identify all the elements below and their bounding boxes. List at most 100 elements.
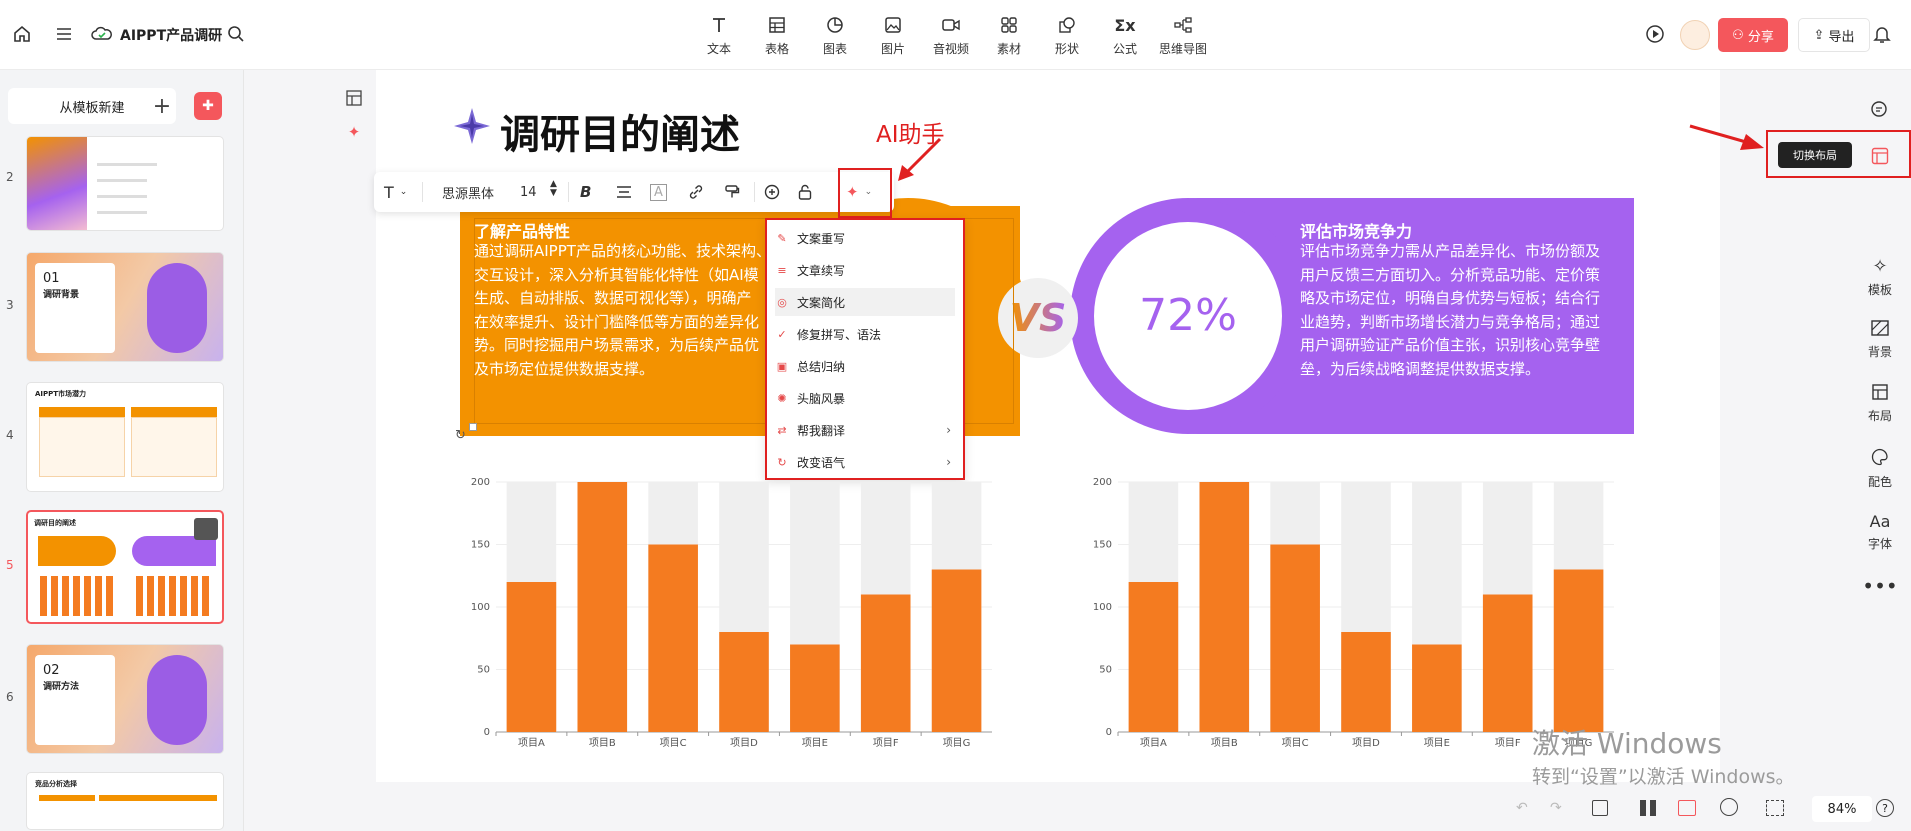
thumbnail-art: [39, 407, 125, 417]
font-size-select[interactable]: 14: [520, 180, 537, 204]
fit-screen-icon[interactable]: [1766, 800, 1784, 816]
left-card-line: 在效率提升、设计门槛降低等方面的差异化: [474, 312, 760, 331]
tool-label: 思维导图: [1158, 42, 1207, 56]
menu-item-translate[interactable]: ⇄ 帮我翻译 ›: [775, 416, 955, 444]
x-tick-label: 项目C: [660, 737, 687, 749]
bar-chart-right[interactable]: 050100150200项目A 项目B 项目C 项目D 项目E 项目F 项目G: [1082, 470, 1622, 752]
slide-thumbnail-2[interactable]: [26, 136, 224, 231]
format-painter-icon[interactable]: [724, 180, 740, 204]
add-slide-button[interactable]: +: [144, 88, 180, 124]
avatar[interactable]: [1680, 20, 1710, 50]
activation-watermark-title: 激活 Windows: [1532, 727, 1722, 760]
tool-chart[interactable]: 图表: [805, 14, 865, 58]
rotate-handle-icon[interactable]: ↻: [455, 428, 466, 443]
menu-item-brainstorm[interactable]: ✺ 头脑风暴: [775, 384, 955, 412]
menu-item-continue[interactable]: ≡ 文章续写: [775, 256, 955, 284]
panel-template[interactable]: ✧ 模板: [1860, 256, 1900, 298]
bar: [860, 594, 911, 732]
thumbnail-layout-icon[interactable]: [194, 518, 218, 540]
switch-layout-icon[interactable]: [1868, 144, 1892, 168]
panel-palette[interactable]: 配色: [1860, 448, 1900, 490]
tool-assets[interactable]: 素材: [979, 14, 1039, 58]
thumbnail-line: [97, 195, 147, 198]
menu-icon[interactable]: [52, 22, 76, 46]
y-tick-label: 150: [1093, 540, 1112, 551]
right-card-title[interactable]: 评估市场竞争力: [1300, 218, 1412, 242]
slide-thumbnail-4[interactable]: AIPPT市场潜力: [26, 382, 224, 492]
font-size-stepper[interactable]: ▲ ▼: [550, 180, 557, 204]
layout-panel-icon[interactable]: [340, 84, 368, 112]
tool-text[interactable]: 文本: [689, 14, 749, 58]
panel-label: 配色: [1867, 475, 1892, 489]
zoom-select[interactable]: 84%: [1812, 796, 1872, 822]
ai-sparkle-icon[interactable]: ✦: [340, 118, 368, 146]
play-icon[interactable]: [1643, 22, 1667, 46]
redo-icon[interactable]: ↷: [1550, 800, 1562, 816]
y-tick-label: 50: [477, 665, 490, 676]
search-icon[interactable]: [224, 22, 248, 46]
text-highlight-icon[interactable]: A: [650, 180, 667, 204]
x-tick-label: 项目B: [589, 737, 616, 749]
tool-table[interactable]: 表格: [747, 14, 807, 58]
bar-chart-left[interactable]: 0 50 100 150 200 项目A 项目B 项目C 项目D 项目E 项目F 项目G: [460, 470, 1000, 752]
document-title[interactable]: AIPPT产品调研: [120, 25, 222, 45]
panel-layout[interactable]: 布局: [1860, 384, 1900, 424]
right-card-body[interactable]: 评估市场竞争力需从产品差异化、市场份额及 用户反馈三方面切入。分析竞品功能、定价…: [1300, 240, 1600, 381]
thumbnail-art: [39, 795, 95, 801]
more-icon[interactable]: •••: [1860, 574, 1900, 598]
table-icon: [768, 14, 786, 36]
align-icon[interactable]: [616, 180, 632, 204]
undo-icon[interactable]: ↶: [1516, 800, 1528, 816]
tool-mindmap[interactable]: 思维导图: [1153, 14, 1213, 58]
tool-shape[interactable]: 形状: [1037, 14, 1097, 58]
layout-icon: [1872, 384, 1888, 403]
panel-background[interactable]: 背景: [1860, 320, 1900, 360]
font-family-select[interactable]: 思源黑体: [442, 180, 494, 204]
text-style-icon: T: [384, 182, 394, 202]
notes-icon[interactable]: [1592, 800, 1608, 816]
percent-value[interactable]: 72%: [1138, 290, 1238, 341]
menu-item-label: 头脑风暴: [797, 391, 846, 406]
share-button[interactable]: ⚇ 分享: [1718, 18, 1788, 52]
grid-view-icon[interactable]: [1640, 800, 1656, 816]
left-card-body[interactable]: 通过调研AIPPT产品的核心功能、技术架构、 交互设计，深入分析其智能化特性（如…: [474, 240, 774, 381]
help-icon[interactable]: ?: [1876, 799, 1894, 817]
menu-item-summarize[interactable]: ▣ 总结归纳: [775, 352, 955, 380]
slide-thumbnail-6[interactable]: 02 调研方法: [26, 644, 224, 754]
present-icon[interactable]: [1720, 798, 1738, 816]
y-tick-label: 100: [1093, 602, 1112, 613]
slide-thumbnail-5[interactable]: 调研目的阐述: [26, 510, 224, 624]
tool-video[interactable]: 音视频: [921, 14, 981, 58]
divider: [754, 182, 755, 202]
home-icon[interactable]: [10, 22, 34, 46]
panel-font[interactable]: Aa 字体: [1860, 512, 1900, 552]
slide-thumbnail-3[interactable]: 01 调研背景: [26, 252, 224, 362]
menu-item-fix-grammar[interactable]: ✓ 修复拼写、语法: [775, 320, 955, 348]
export-button[interactable]: ⇪ 导出: [1798, 18, 1870, 52]
comment-add-icon[interactable]: [764, 180, 780, 204]
bar: [1199, 482, 1250, 732]
resize-handle[interactable]: [469, 423, 477, 431]
thumbnail-heading: 01: [43, 271, 60, 286]
annotation-arrow-icon: [1689, 124, 1764, 150]
link-icon[interactable]: [688, 180, 704, 204]
menu-item-simplify[interactable]: ◎ 文案简化: [775, 288, 955, 316]
tool-image[interactable]: 图片: [863, 14, 923, 58]
text-style-dropdown[interactable]: T ⌄: [384, 180, 407, 204]
menu-item-rewrite[interactable]: ✎ 文案重写: [775, 224, 955, 252]
left-card-title[interactable]: 了解产品特性: [474, 218, 570, 242]
comment-icon[interactable]: [1866, 96, 1892, 122]
slide-thumbnail-7[interactable]: 竞品分析选择: [26, 772, 224, 830]
background-icon: [1871, 320, 1889, 339]
thumbnail-heading: 调研目的阐述: [34, 519, 76, 527]
y-tick-label: 0: [1106, 727, 1112, 738]
left-card-line: 势。同时挖掘用户场景需求，为后续产品优: [474, 336, 760, 354]
bold-icon[interactable]: B: [580, 180, 591, 204]
slide-title[interactable]: 调研目的阐述: [500, 102, 740, 160]
bell-icon[interactable]: [1870, 22, 1894, 46]
summarize-icon: ▣: [776, 359, 788, 373]
ai-new-slide-button[interactable]: ✚: [194, 92, 222, 120]
tool-formula[interactable]: Σx 公式: [1095, 14, 1155, 58]
lock-icon[interactable]: [798, 180, 812, 204]
normal-view-icon[interactable]: [1678, 800, 1696, 816]
